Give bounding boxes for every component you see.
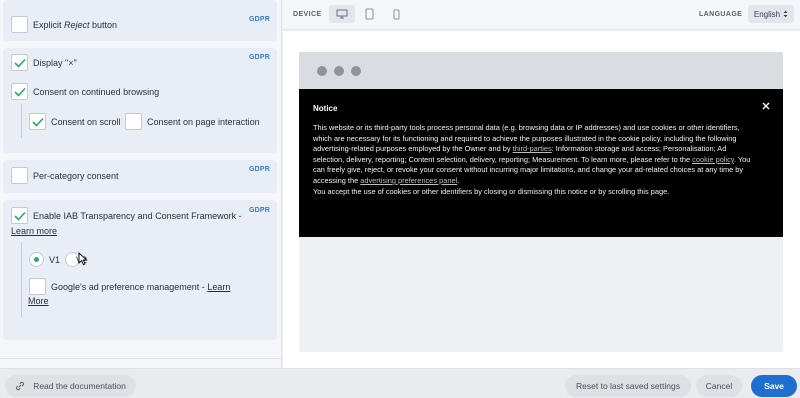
cookie-policy-link[interactable]: cookie policy	[692, 155, 734, 164]
window-dot-icon	[351, 66, 361, 76]
explicit-reject-label: Explicit Reject button	[33, 19, 118, 30]
link-icon	[16, 381, 25, 391]
window-dot-icon	[317, 66, 327, 76]
select-arrows-icon	[783, 10, 788, 18]
language-value: English	[753, 9, 781, 19]
tree-line	[21, 242, 22, 317]
iab-card: GDPR Enable IAB Transparency and Consent…	[3, 200, 277, 340]
iab-learn-more-link[interactable]: Learn more	[11, 226, 57, 236]
consent-on-scroll-label: Consent on scroll	[51, 116, 121, 127]
continued-browsing-checkbox[interactable]	[11, 83, 28, 100]
gdpr-badge: GDPR	[248, 166, 270, 173]
consent-on-scroll-checkbox[interactable]	[29, 113, 46, 130]
cookie-notice: Notice This website or its third-party t…	[299, 89, 783, 237]
divider	[0, 358, 281, 359]
iab-label: Enable IAB Transparency and Consent Fram…	[33, 210, 242, 221]
browser-titlebar	[299, 52, 783, 89]
explicit-reject-checkbox[interactable]	[11, 16, 28, 33]
gdpr-badge: GDPR	[248, 207, 270, 214]
language-label: LANGUAGE	[699, 11, 743, 18]
cancel-button[interactable]: Cancel	[696, 375, 742, 397]
window-dot-icon	[334, 66, 344, 76]
per-category-label: Per-category consent	[33, 170, 119, 181]
continued-browsing-label: Consent on continued browsing	[33, 86, 160, 97]
desktop-icon	[336, 9, 348, 19]
read-docs-label: Read the documentation	[33, 381, 126, 391]
google-ad-pref-label: Google's ad preference management - Lear…	[51, 281, 231, 292]
consent-page-interaction-checkbox[interactable]	[125, 113, 142, 130]
reset-button[interactable]: Reset to last saved settings	[565, 375, 691, 397]
tablet-device-button[interactable]	[356, 5, 382, 23]
mobile-icon	[393, 9, 399, 19]
read-docs-button[interactable]: Read the documentation	[5, 375, 136, 397]
preview-topbar: DEVICE LANGUAGE English	[283, 0, 800, 30]
display-close-card: GDPR Display "×" Consent on continued br…	[3, 48, 277, 153]
tablet-icon	[365, 8, 373, 20]
per-category-checkbox[interactable]	[11, 167, 28, 184]
footer-bar: Read the documentation Reset to last sav…	[0, 368, 800, 398]
close-icon[interactable]	[761, 101, 771, 111]
notice-title: Notice	[313, 104, 338, 113]
explicit-reject-card: GDPR Explicit Reject button	[3, 0, 277, 41]
language-select[interactable]: English	[748, 5, 794, 23]
desktop-device-button[interactable]	[329, 5, 355, 23]
settings-panel: GDPR Explicit Reject button GDPR Display…	[0, 0, 282, 368]
display-x-checkbox[interactable]	[11, 54, 28, 71]
notice-accept-text: You accept the use of cookies or other i…	[313, 186, 670, 196]
google-more-link[interactable]: More	[28, 296, 49, 306]
mobile-device-button[interactable]	[383, 5, 409, 23]
third-parties-link[interactable]: third-parties	[513, 144, 552, 153]
google-ad-pref-checkbox[interactable]	[29, 278, 46, 295]
app-root: GDPR Explicit Reject button GDPR Display…	[0, 0, 800, 398]
google-learn-link[interactable]: Learn	[207, 282, 230, 292]
ad-prefs-link[interactable]: advertising preferences panel	[360, 176, 457, 185]
tree-line	[21, 104, 22, 138]
display-x-label: Display "×"	[33, 57, 77, 68]
browser-mockup: Notice This website or its third-party t…	[299, 52, 783, 352]
notice-body: This website or its third-party tools pr…	[313, 123, 751, 196]
iab-checkbox[interactable]	[11, 207, 28, 224]
mouse-cursor-icon	[78, 252, 88, 266]
per-category-card: GDPR Per-category consent	[3, 160, 277, 193]
save-button[interactable]: Save	[751, 375, 797, 397]
preview-area: Notice This website or its third-party t…	[283, 31, 800, 368]
gdpr-badge: GDPR	[248, 16, 270, 23]
device-label: DEVICE	[293, 11, 322, 18]
gdpr-badge: GDPR	[248, 54, 270, 61]
v1-label: V1	[49, 254, 61, 265]
v1-radio[interactable]	[29, 252, 44, 267]
consent-page-interaction-label: Consent on page interaction	[147, 116, 260, 127]
